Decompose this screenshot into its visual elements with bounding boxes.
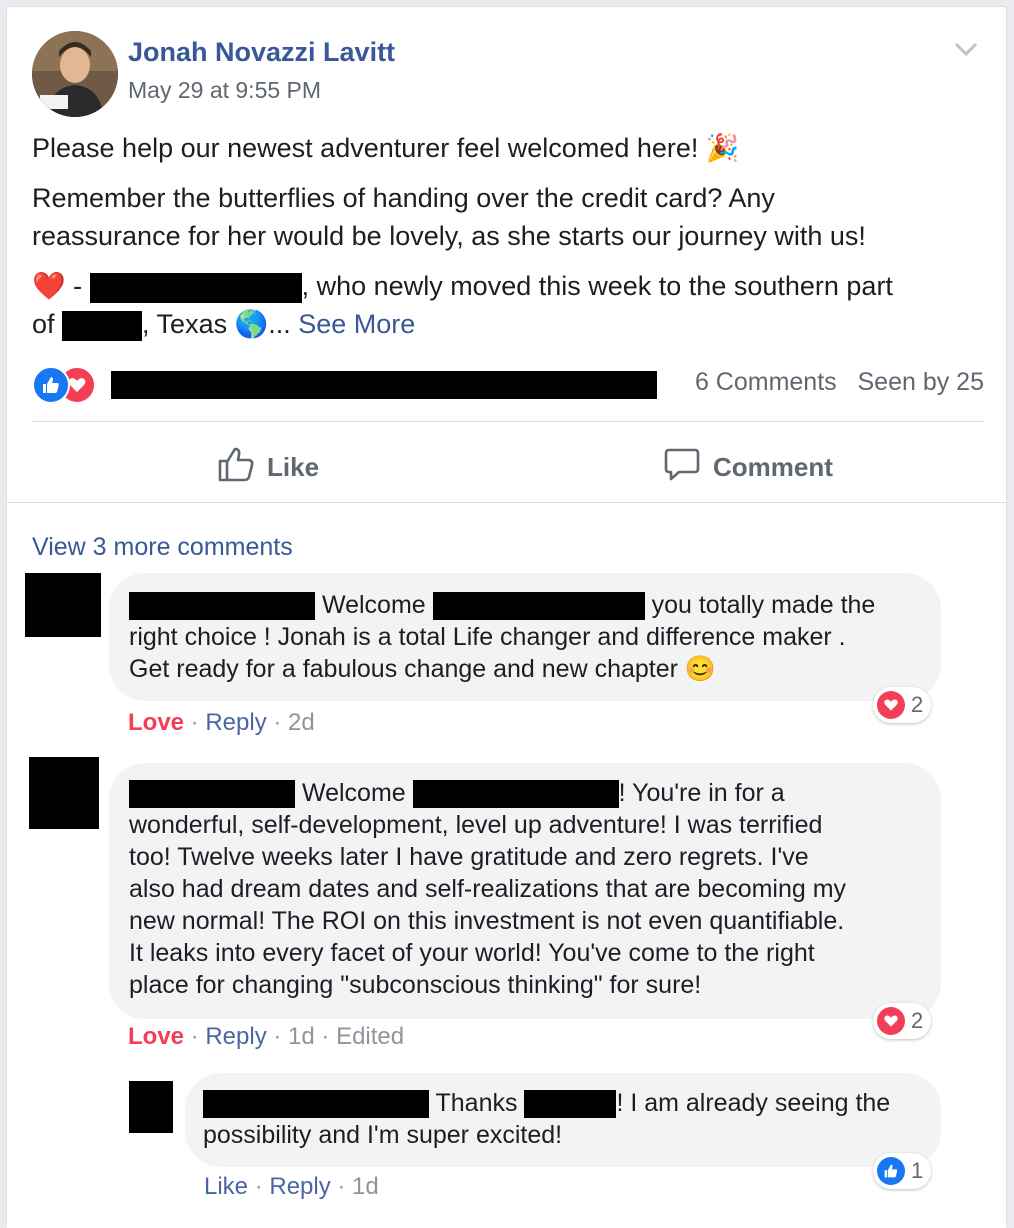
redacted-name xyxy=(129,592,315,621)
post-text-line-2: Remember the butterflies of handing over… xyxy=(32,183,775,213)
redacted-name xyxy=(432,592,645,621)
comment-line: Get ready for a fabulous change and new … xyxy=(129,655,717,683)
post-text-line-4: ❤️ - , who newly moved this week to the … xyxy=(32,267,893,305)
view-more-comments-link[interactable]: View 3 more comments xyxy=(32,533,293,562)
love-reaction-icon xyxy=(877,1007,905,1035)
reply-bubble: Thanks ! I am already seeing the possibi… xyxy=(185,1073,941,1167)
comment-reaction-count[interactable]: 1 xyxy=(873,1153,932,1189)
like-reaction-icon[interactable] xyxy=(32,366,70,404)
chevron-down-icon[interactable] xyxy=(948,31,984,67)
redacted-name xyxy=(524,1090,617,1119)
reactions-summary: 6 Comments Seen by 25 xyxy=(32,362,984,408)
like-label: Like xyxy=(267,451,320,482)
globe-icon: 🌎 xyxy=(234,309,269,339)
comment-line: Welcome you totally made the xyxy=(129,589,921,621)
comment-line: new normal! The ROI on this investment i… xyxy=(129,907,845,935)
redacted-name xyxy=(89,272,302,303)
comment-bubble: Welcome ! You're in for a wonderful, sel… xyxy=(109,763,941,1019)
commenter-avatar[interactable] xyxy=(25,573,101,637)
comments-count[interactable]: 6 Comments xyxy=(695,368,837,396)
separator: · xyxy=(330,1173,353,1200)
reaction-count: 2 xyxy=(911,1008,924,1033)
thumbs-up-icon xyxy=(217,445,255,490)
separator: · xyxy=(248,1173,270,1200)
post-text-line-5: of , Texas 🌎... See More xyxy=(32,305,415,343)
author-name[interactable]: Jonah Novazzi Lavitt xyxy=(128,37,395,68)
love-action[interactable]: Love xyxy=(128,709,184,736)
comment-line: right choice ! Jonah is a total Life cha… xyxy=(129,623,846,651)
comment-line: place for changing "subconscious thinkin… xyxy=(129,971,702,999)
comment-text: Welcome xyxy=(301,779,413,807)
redacted-name xyxy=(412,780,619,809)
like-reaction-icon xyxy=(877,1157,905,1185)
post-timestamp[interactable]: May 29 at 9:55 PM xyxy=(128,77,321,104)
redacted-reactors xyxy=(111,371,657,399)
post-text: , who newly moved this week to the south… xyxy=(301,271,893,301)
ellipsis: ... xyxy=(268,309,299,339)
redacted-name xyxy=(129,780,295,809)
comment-reaction-count[interactable]: 2 xyxy=(873,1003,932,1039)
reaction-count: 2 xyxy=(911,692,924,717)
comment-time[interactable]: 1d xyxy=(288,1023,315,1050)
seen-by-count[interactable]: Seen by 25 xyxy=(858,368,985,396)
comment-time[interactable]: 2d xyxy=(288,709,315,736)
post-text: of xyxy=(32,309,63,339)
separator: · xyxy=(266,709,289,736)
comment-button[interactable]: Comment xyxy=(663,437,833,497)
comment-line: also had dream dates and self-realizatio… xyxy=(129,875,847,903)
reply-link[interactable]: Reply xyxy=(269,1173,330,1200)
commenter-avatar[interactable] xyxy=(29,757,99,829)
post-text-line-3: reassurance for her would be lovely, as … xyxy=(32,221,866,251)
love-action[interactable]: Love xyxy=(128,1023,184,1050)
heart-prefix: ❤️ - xyxy=(32,271,90,301)
comment-text: ! You're in for a xyxy=(618,779,785,807)
comment-bubble: Welcome you totally made the right choic… xyxy=(109,573,941,701)
comment-actions: Like · Reply · 1d xyxy=(204,1173,379,1201)
redacted-city xyxy=(62,310,143,341)
comment-line: too! Twelve weeks later I have gratitude… xyxy=(129,843,809,871)
separator: · xyxy=(266,1023,289,1050)
see-more-link[interactable]: See More xyxy=(298,309,415,339)
like-button[interactable]: Like xyxy=(217,437,319,497)
comment-actions: Love · Reply · 2d xyxy=(128,709,315,737)
comments-section: View 3 more comments Welcome you totally… xyxy=(7,502,1006,1228)
commenter-avatar[interactable] xyxy=(129,1081,173,1133)
divider xyxy=(32,421,984,422)
separator: · xyxy=(184,709,206,736)
post-text-line-1: Please help our newest adventurer feel w… xyxy=(32,129,740,167)
author-avatar[interactable] xyxy=(32,31,118,117)
reply-link[interactable]: Reply xyxy=(205,1023,266,1050)
comment-line: wonderful, self-development, level up ad… xyxy=(129,811,823,839)
comment-text: you totally made the xyxy=(644,591,876,619)
comment-text: ! I am already seeing the xyxy=(616,1089,891,1117)
edited-label[interactable]: Edited xyxy=(336,1023,404,1050)
party-popper-icon: 🎉 xyxy=(705,133,740,163)
comment-line: possibility and I'm super excited! xyxy=(203,1121,563,1149)
avatar-photo xyxy=(32,31,118,117)
post-text: , Texas xyxy=(142,309,235,339)
separator: · xyxy=(184,1023,206,1050)
post-card: Jonah Novazzi Lavitt May 29 at 9:55 PM P… xyxy=(6,6,1007,1228)
comment-reaction-count[interactable]: 2 xyxy=(873,687,932,723)
post-text: Please help our newest adventurer feel w… xyxy=(32,133,706,163)
comment-text: Thanks xyxy=(435,1089,525,1117)
post-meta: 6 Comments Seen by 25 xyxy=(695,368,984,397)
comment-line: Thanks ! I am already seeing the xyxy=(203,1087,923,1119)
speech-bubble-icon xyxy=(663,445,701,490)
comment-line: Welcome ! You're in for a xyxy=(129,777,921,809)
reaction-count: 1 xyxy=(911,1158,924,1183)
separator: · xyxy=(314,1023,337,1050)
reply-link[interactable]: Reply xyxy=(205,709,266,736)
comment-text: Welcome xyxy=(321,591,433,619)
comment-actions: Love · Reply · 1d · Edited xyxy=(128,1023,404,1051)
comment-label: Comment xyxy=(713,451,833,482)
redacted-name xyxy=(203,1090,429,1119)
like-action[interactable]: Like xyxy=(204,1173,248,1200)
comment-line: It leaks into every facet of your world!… xyxy=(129,939,815,967)
comment-time[interactable]: 1d xyxy=(352,1173,379,1200)
love-reaction-icon xyxy=(877,691,905,719)
